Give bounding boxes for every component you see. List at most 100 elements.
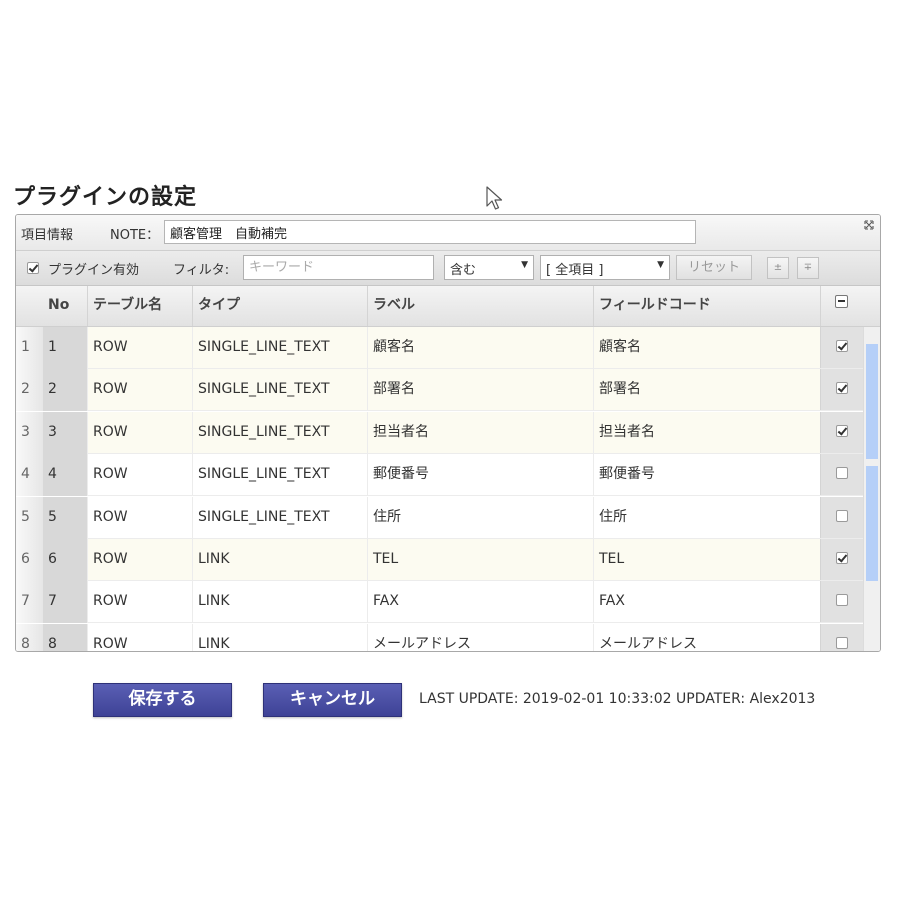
scrollbar-thumb[interactable] — [866, 344, 878, 459]
row-index: 6 — [16, 539, 43, 581]
reset-button[interactable]: リセット — [676, 255, 752, 280]
cell-field-code: 担当者名 — [593, 411, 820, 454]
row-index: 3 — [16, 411, 43, 454]
row-checkbox-cell — [820, 369, 864, 412]
row-checkbox[interactable] — [836, 509, 848, 522]
cell-no: 5 — [43, 496, 87, 539]
cell-table-name: ROW — [87, 369, 192, 412]
table-row[interactable]: 1 1 ROW SINGLE_LINE_TEXT 顧客名 顧客名 — [16, 327, 864, 369]
cell-type: SINGLE_LINE_TEXT — [192, 327, 367, 369]
plugin-enabled-label: プラグイン有効 — [48, 263, 140, 278]
cell-field-code: TEL — [593, 539, 820, 581]
row-checkbox[interactable] — [836, 636, 848, 649]
minus-checkbox-icon[interactable] — [835, 295, 848, 308]
header-type: タイプ — [192, 286, 367, 326]
header-table-name: テーブル名 — [87, 286, 192, 326]
cell-table-name: ROW — [87, 623, 192, 651]
note-input[interactable] — [164, 220, 696, 244]
last-update-text: LAST UPDATE: 2019-02-01 10:33:02 UPDATER… — [419, 691, 816, 707]
dropdown-arrow-icon: ▼ — [657, 260, 664, 270]
row-checkbox-cell — [820, 539, 864, 581]
row-index: 4 — [16, 454, 43, 497]
table-row[interactable]: 6 6 ROW LINK TEL TEL — [16, 539, 864, 581]
cell-type: SINGLE_LINE_TEXT — [192, 496, 367, 539]
cell-no: 2 — [43, 369, 87, 412]
cell-table-name: ROW — [87, 496, 192, 539]
cell-table-name: ROW — [87, 539, 192, 581]
table-row[interactable]: 5 5 ROW SINGLE_LINE_TEXT 住所 住所 — [16, 496, 864, 539]
row-checkbox[interactable] — [836, 382, 848, 395]
expand-icon[interactable] — [864, 220, 874, 230]
row-checkbox[interactable] — [836, 467, 848, 480]
header-no: No — [48, 297, 70, 313]
note-label: NOTE： — [110, 228, 160, 243]
table-row[interactable]: 7 7 ROW LINK FAX FAX — [16, 581, 864, 624]
save-button[interactable]: 保存する — [93, 683, 232, 717]
vertical-scrollbar[interactable] — [863, 327, 880, 651]
plugin-settings-panel: 項目情報 NOTE： プラグイン有効 フィルタ: 含む ▼ [ 全項目 ] ▼ … — [15, 214, 881, 652]
header-field-code: フィールドコード — [593, 286, 820, 326]
filter-bar: プラグイン有効 フィルタ: 含む ▼ [ 全項目 ] ▼ リセット ± ∓ — [16, 251, 880, 286]
cell-field-code: 部署名 — [593, 369, 820, 412]
row-checkbox-cell — [820, 623, 864, 651]
table-row[interactable]: 8 8 ROW LINK メールアドレス メールアドレス — [16, 623, 864, 651]
cell-no: 6 — [43, 539, 87, 581]
keyword-input[interactable] — [243, 255, 434, 280]
table-header: No テーブル名 タイプ ラベル フィールドコード — [16, 286, 880, 327]
info-label: 項目情報 — [21, 228, 74, 243]
cell-no: 7 — [43, 581, 87, 624]
table-row[interactable]: 3 3 ROW SINGLE_LINE_TEXT 担当者名 担当者名 — [16, 411, 864, 454]
table-row[interactable]: 4 4 ROW SINGLE_LINE_TEXT 郵便番号 郵便番号 — [16, 454, 864, 497]
cell-type: SINGLE_LINE_TEXT — [192, 369, 367, 412]
row-index: 2 — [16, 369, 43, 412]
cell-field-code: 郵便番号 — [593, 454, 820, 497]
row-index: 5 — [16, 496, 43, 539]
cell-label: 郵便番号 — [367, 454, 593, 497]
row-checkbox[interactable] — [836, 594, 848, 607]
scrollbar-thumb-lower[interactable] — [866, 466, 878, 581]
row-index: 7 — [16, 581, 43, 624]
info-bar: 項目情報 NOTE： — [16, 215, 880, 251]
cell-field-code: メールアドレス — [593, 623, 820, 651]
header-checkbox-cell — [820, 286, 864, 326]
cell-type: LINK — [192, 581, 367, 624]
table-body: 1 1 ROW SINGLE_LINE_TEXT 顧客名 顧客名 2 2 ROW SINGLE_L… — [16, 327, 880, 651]
cell-type: SINGLE_LINE_TEXT — [192, 454, 367, 497]
cell-label: 部署名 — [367, 369, 593, 412]
row-checkbox-cell — [820, 327, 864, 369]
cell-type: LINK — [192, 623, 367, 651]
cell-no: 8 — [43, 623, 87, 651]
cancel-button[interactable]: キャンセル — [263, 683, 402, 717]
move-top-button[interactable]: ∓ — [797, 257, 819, 279]
field-select[interactable]: [ 全項目 ] ▼ — [540, 255, 670, 280]
cell-type: SINGLE_LINE_TEXT — [192, 411, 367, 454]
match-select[interactable]: 含む ▼ — [444, 255, 534, 280]
move-down-button[interactable]: ± — [767, 257, 789, 279]
header-label: ラベル — [367, 286, 593, 326]
dropdown-arrow-icon: ▼ — [521, 260, 528, 270]
cell-label: FAX — [367, 581, 593, 624]
cell-field-code: FAX — [593, 581, 820, 624]
cell-no: 3 — [43, 411, 87, 454]
page-title: プラグインの設定 — [13, 185, 198, 210]
filter-label: フィルタ: — [173, 263, 230, 278]
mouse-pointer-icon — [486, 186, 503, 210]
row-checkbox[interactable] — [836, 424, 848, 437]
row-checkbox-cell — [820, 454, 864, 497]
cell-no: 1 — [43, 327, 87, 369]
cell-table-name: ROW — [87, 454, 192, 497]
plugin-enabled-checkbox[interactable] — [27, 262, 39, 274]
table-row[interactable]: 2 2 ROW SINGLE_LINE_TEXT 部署名 部署名 — [16, 369, 864, 412]
match-select-value: 含む — [450, 263, 477, 278]
row-checkbox[interactable] — [836, 552, 848, 564]
row-index: 8 — [16, 623, 43, 651]
cell-label: 住所 — [367, 496, 593, 539]
cell-field-code: 顧客名 — [593, 327, 820, 369]
cell-no: 4 — [43, 454, 87, 497]
row-checkbox[interactable] — [836, 340, 848, 352]
cell-label: 担当者名 — [367, 411, 593, 454]
cell-label: TEL — [367, 539, 593, 581]
field-select-value: [ 全項目 ] — [546, 263, 604, 278]
cell-type: LINK — [192, 539, 367, 581]
row-checkbox-cell — [820, 581, 864, 624]
